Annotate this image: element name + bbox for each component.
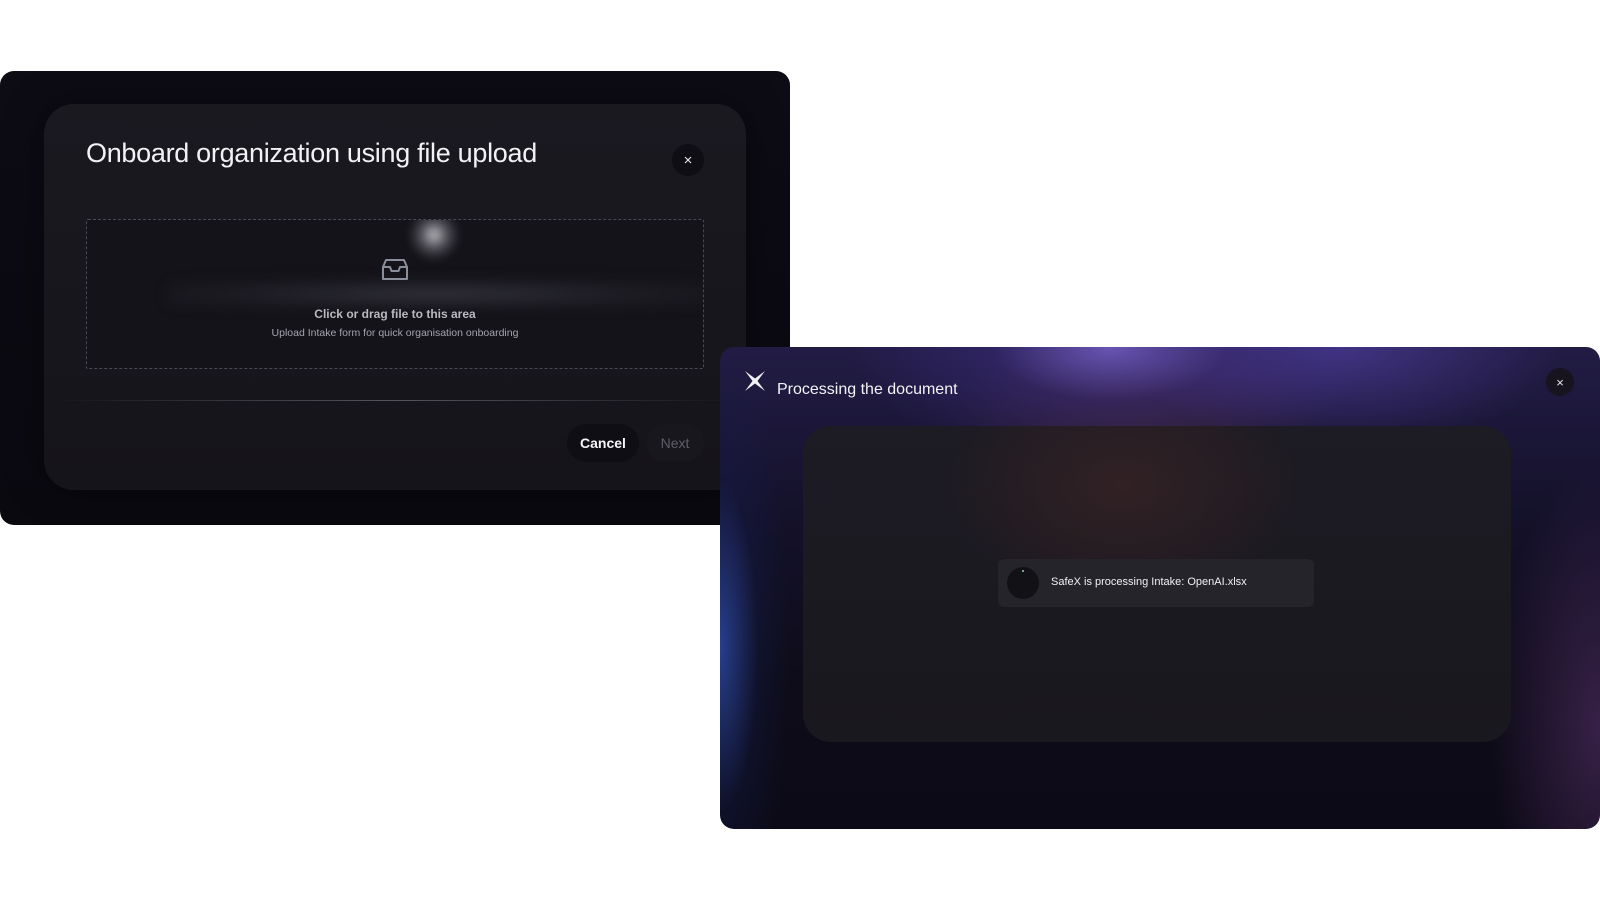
dropzone-hint: Upload Intake form for quick organisatio… [271, 327, 519, 339]
next-button[interactable]: Next [646, 424, 704, 462]
spinner-indicator [1022, 570, 1024, 572]
close-icon: × [1556, 374, 1564, 390]
spinner-icon [1007, 567, 1039, 599]
close-button[interactable]: × [672, 144, 704, 176]
upload-window: Onboard organization using file upload ×… [0, 71, 790, 525]
inbox-icon [382, 259, 408, 280]
close-icon: × [683, 151, 693, 169]
processing-window: Processing the document × SafeX is proce… [720, 347, 1600, 829]
file-dropzone[interactable]: Click or drag file to this area Upload I… [86, 219, 704, 369]
close-button[interactable]: × [1546, 368, 1574, 396]
modal-title: Processing the document [777, 381, 958, 398]
dropzone-glow [167, 280, 703, 308]
footer-divider [54, 400, 736, 401]
sparkle-x-icon [745, 371, 765, 391]
upload-modal: Onboard organization using file upload ×… [44, 104, 746, 490]
screen: Onboard organization using file upload ×… [0, 0, 1600, 900]
processing-panel: SafeX is processing Intake: OpenAI.xlsx [803, 426, 1511, 742]
modal-title: Onboard organization using file upload [86, 138, 537, 168]
status-message: SafeX is processing Intake: OpenAI.xlsx [998, 559, 1314, 607]
dropzone-glow-spot [409, 220, 459, 260]
cancel-button[interactable]: Cancel [567, 424, 639, 462]
status-text: SafeX is processing Intake: OpenAI.xlsx [1051, 576, 1247, 588]
dropzone-title: Click or drag file to this area [314, 307, 476, 321]
